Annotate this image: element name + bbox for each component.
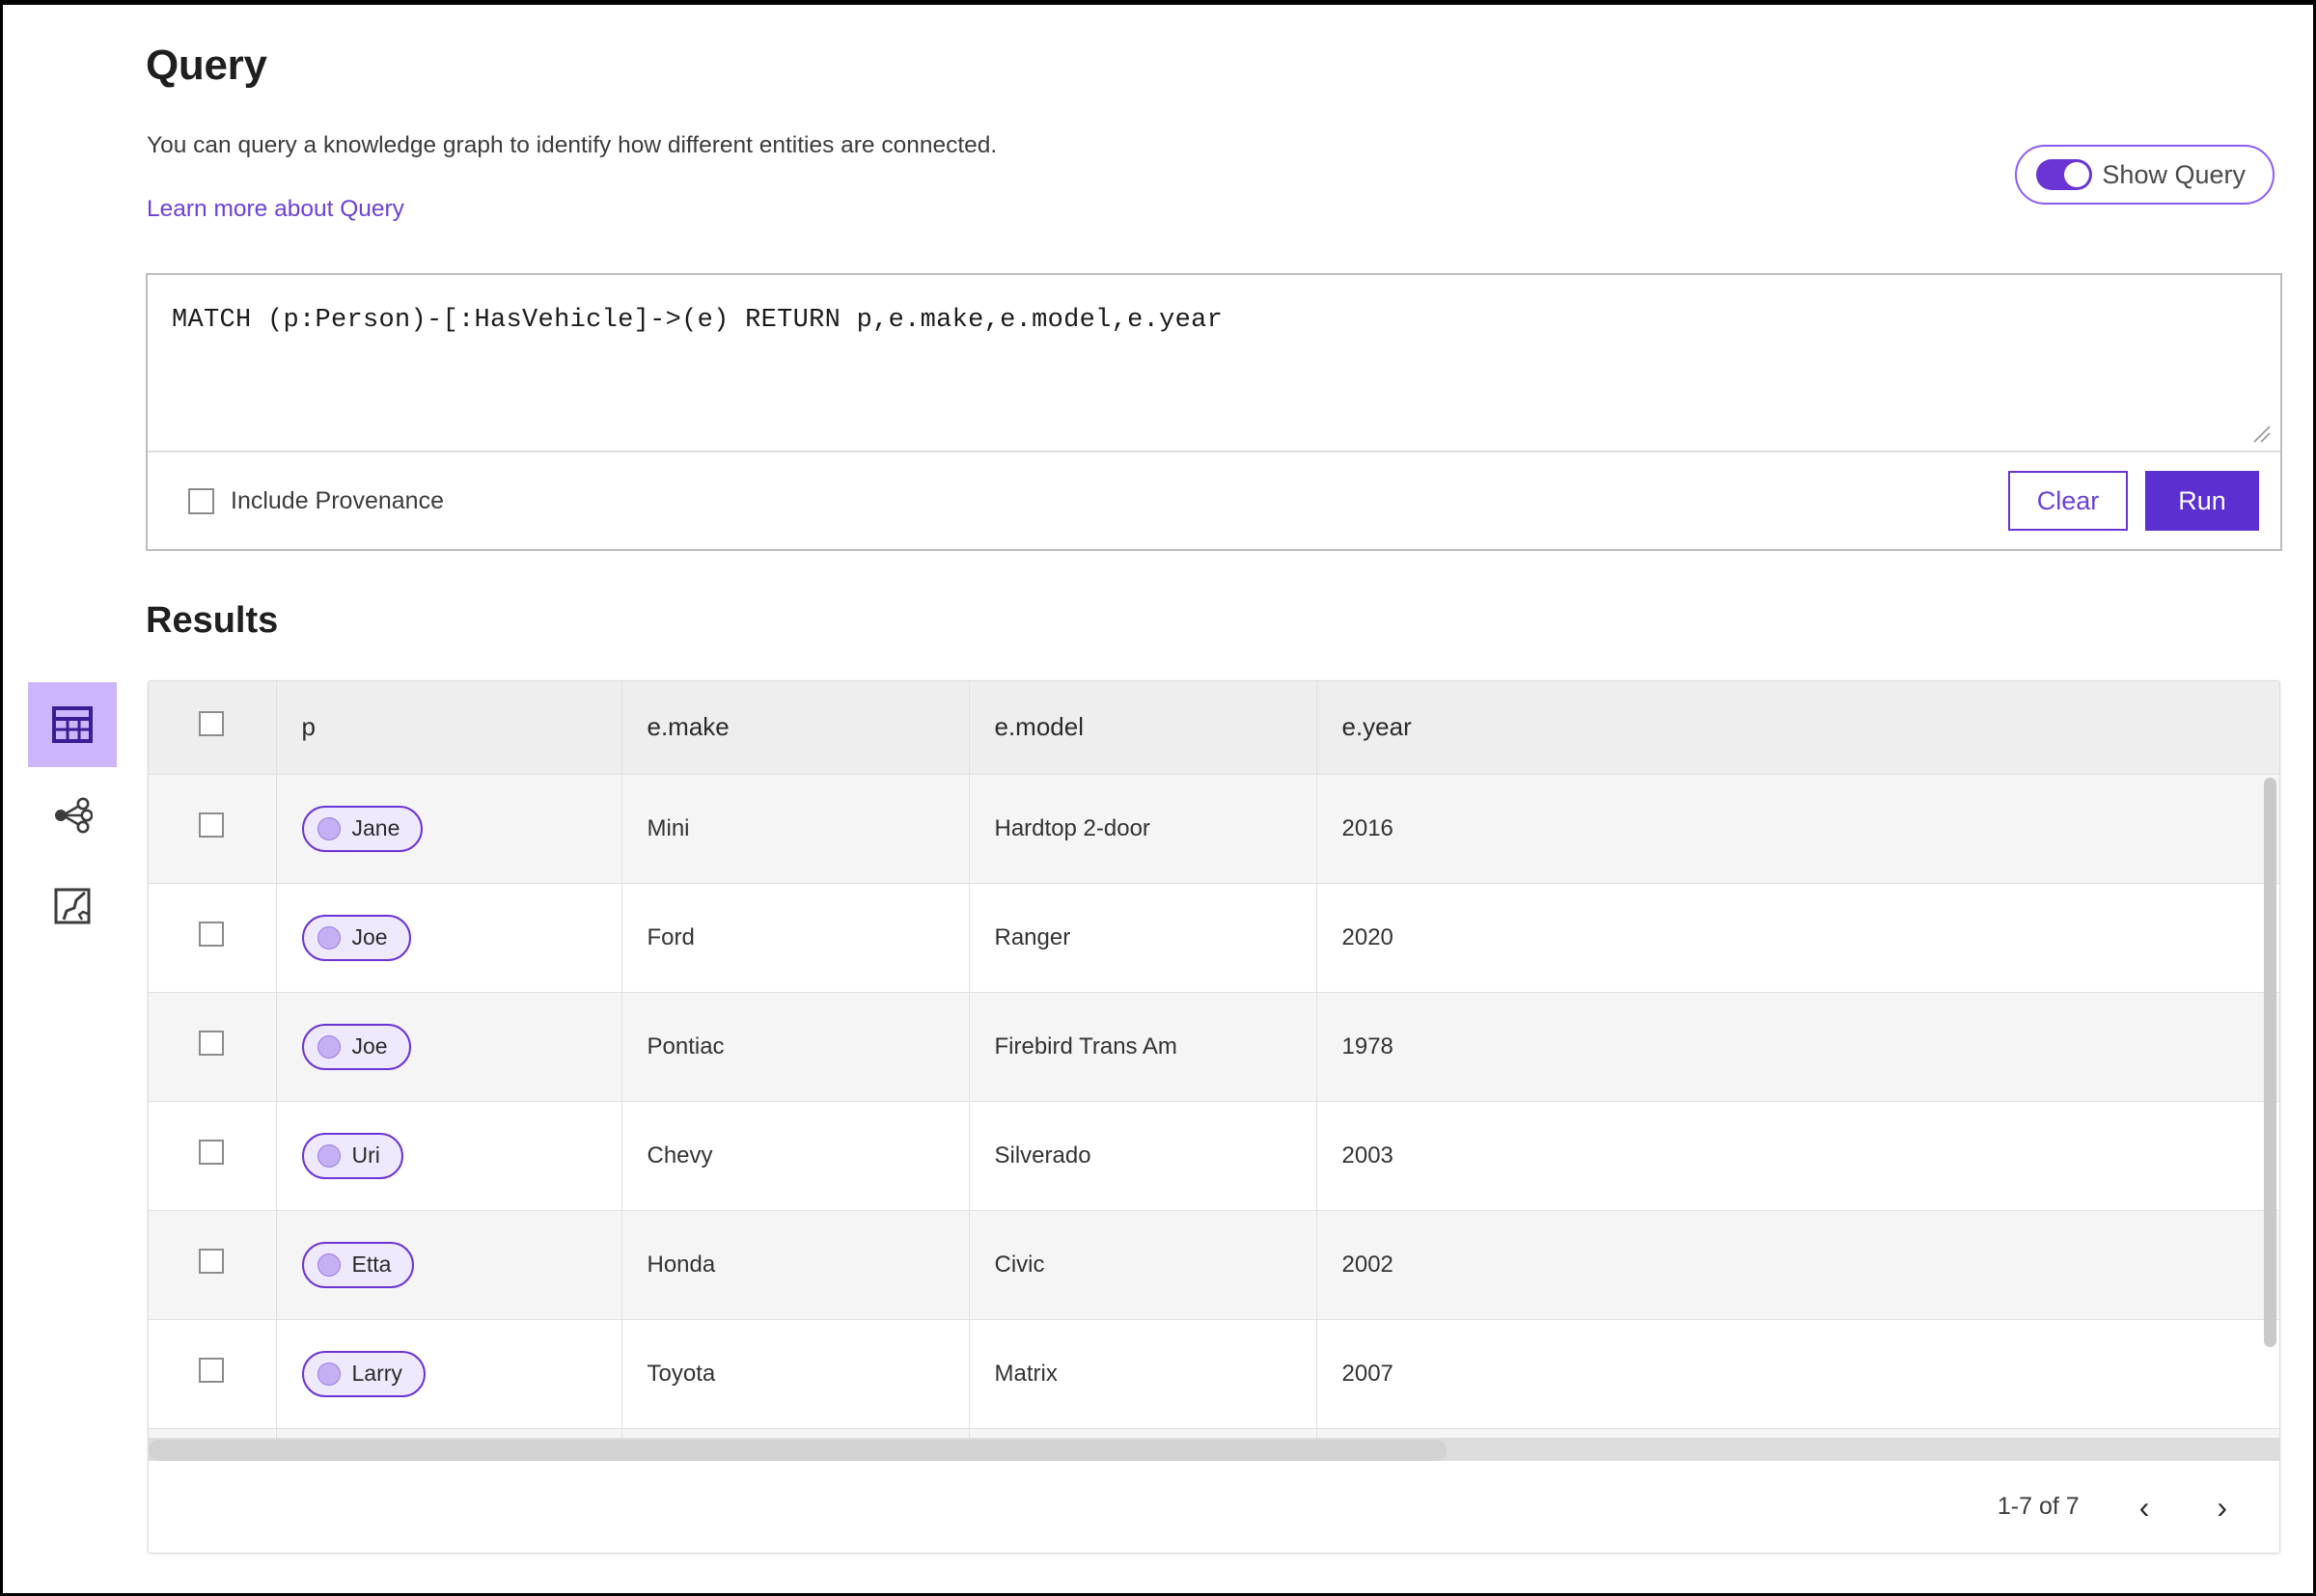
cell-year: 2016	[1316, 774, 2279, 884]
table-row[interactable]: Joe Ford Ranger 2020	[149, 883, 2279, 993]
pagination-bar: 1-7 of 7 ‹ ›	[149, 1461, 2279, 1553]
cell-make: Ford	[621, 883, 970, 993]
results-title: Results	[146, 600, 279, 641]
cell-make: Toyota	[621, 1319, 970, 1429]
pagination-next-button[interactable]: ›	[2209, 1488, 2235, 1527]
cell-make: Honda	[621, 1210, 970, 1320]
person-chip[interactable]: Jane	[301, 805, 424, 852]
include-provenance-checkbox[interactable]	[188, 487, 214, 514]
person-chip-label: Jane	[351, 815, 400, 840]
learn-more-link[interactable]: Learn more about Query	[147, 196, 404, 223]
cell-year: 1978	[1316, 992, 2279, 1102]
row-checkbox[interactable]	[199, 1140, 225, 1165]
cell-model: Matrix	[969, 1319, 1317, 1429]
show-query-label: Show Query	[2102, 159, 2246, 189]
row-checkbox[interactable]	[199, 812, 225, 838]
toggle-switch[interactable]	[2036, 159, 2093, 190]
cell-year: 2002	[1316, 1210, 2279, 1320]
cell-year: 2020	[1316, 883, 2279, 993]
page-title: Query	[146, 41, 267, 89]
cell-make: Mini	[621, 774, 970, 884]
sidebar-item-graph-view[interactable]	[28, 773, 117, 858]
table-row[interactable]: Joe Pontiac Firebird Trans Am 1978	[149, 992, 2279, 1102]
horizontal-scrollbar-track[interactable]	[149, 1438, 2279, 1463]
query-actions: Clear Run	[2008, 471, 2259, 531]
results-card: p e.make e.model e.year Jane Mini Hardto…	[148, 680, 2280, 1554]
cell-make: Chevy	[621, 1101, 970, 1211]
cell-year: 2007	[1316, 1319, 2279, 1429]
cell-year: 2003	[1316, 1101, 2279, 1211]
person-chip-label: Etta	[351, 1252, 392, 1277]
query-text-value: MATCH (p:Person)-[:HasVehicle]->(e) RETU…	[172, 306, 1224, 335]
person-node-icon	[317, 925, 341, 949]
show-query-toggle[interactable]: Show Query	[2015, 145, 2275, 205]
cell-model: Civic	[969, 1210, 1317, 1320]
vertical-scrollbar[interactable]	[2264, 778, 2276, 1347]
person-chip-label: Uri	[351, 1142, 380, 1168]
table-header-row: p e.make e.model e.year	[149, 681, 2279, 775]
row-checkbox[interactable]	[199, 1249, 225, 1274]
sidebar-item-table-view[interactable]	[28, 682, 117, 767]
row-checkbox[interactable]	[199, 922, 225, 947]
run-button[interactable]: Run	[2145, 471, 2259, 531]
column-header-model[interactable]: e.model	[969, 681, 1317, 775]
person-node-icon	[317, 1252, 341, 1277]
person-chip[interactable]: Joe	[301, 914, 411, 961]
cell-model: Ranger	[969, 883, 1317, 993]
textarea-resize-handle[interactable]	[2247, 420, 2273, 445]
horizontal-scrollbar-thumb[interactable]	[149, 1440, 1447, 1461]
results-table: p e.make e.model e.year Jane Mini Hardto…	[149, 681, 2279, 1463]
query-panel: MATCH (p:Person)-[:HasVehicle]->(e) RETU…	[146, 273, 2282, 551]
column-header-year[interactable]: e.year	[1316, 681, 2279, 775]
view-mode-rail	[28, 682, 117, 954]
cell-make: Pontiac	[621, 992, 970, 1102]
person-chip-label: Joe	[351, 924, 388, 949]
table-row[interactable]: Etta Honda Civic 2002	[149, 1210, 2279, 1320]
select-all-header	[149, 681, 277, 775]
graph-network-icon	[52, 796, 93, 835]
sidebar-item-map-view[interactable]	[28, 864, 117, 949]
query-textarea[interactable]: MATCH (p:Person)-[:HasVehicle]->(e) RETU…	[148, 275, 2280, 453]
person-chip-label: Larry	[351, 1361, 402, 1386]
toggle-knob	[2064, 162, 2090, 187]
table-row[interactable]: Larry Toyota Matrix 2007	[149, 1319, 2279, 1429]
column-header-make[interactable]: e.make	[621, 681, 970, 775]
column-header-p[interactable]: p	[276, 681, 622, 775]
query-page: Query You can query a knowledge graph to…	[0, 0, 2316, 1596]
include-provenance-row[interactable]: Include Provenance	[188, 487, 444, 515]
pagination-prev-button[interactable]: ‹	[2132, 1488, 2158, 1527]
table-row[interactable]: Jane Mini Hardtop 2-door 2016	[149, 774, 2279, 884]
table-icon	[52, 706, 93, 743]
results-grid-scroll: p e.make e.model e.year Jane Mini Hardto…	[149, 681, 2279, 1463]
table-row[interactable]: Uri Chevy Silverado 2003	[149, 1101, 2279, 1211]
page-subtitle: You can query a knowledge graph to ident…	[147, 132, 998, 158]
person-chip[interactable]: Larry	[301, 1350, 426, 1397]
person-chip[interactable]: Uri	[301, 1132, 403, 1179]
select-all-checkbox[interactable]	[199, 711, 225, 737]
cell-model: Hardtop 2-door	[969, 774, 1317, 884]
row-checkbox[interactable]	[199, 1031, 225, 1056]
person-chip-label: Joe	[351, 1033, 388, 1059]
map-icon	[53, 887, 92, 925]
person-node-icon	[317, 1034, 341, 1059]
person-node-icon	[317, 1362, 341, 1386]
person-node-icon	[317, 1143, 341, 1168]
person-node-icon	[317, 816, 341, 840]
row-checkbox[interactable]	[199, 1358, 225, 1383]
pagination-range: 1-7 of 7	[1997, 1493, 2080, 1520]
cell-model: Silverado	[969, 1101, 1317, 1211]
clear-button[interactable]: Clear	[2008, 471, 2128, 531]
person-chip[interactable]: Joe	[301, 1023, 411, 1070]
cell-model: Firebird Trans Am	[969, 992, 1317, 1102]
query-footer: Include Provenance Clear Run	[148, 453, 2280, 549]
include-provenance-label: Include Provenance	[231, 486, 444, 514]
person-chip[interactable]: Etta	[301, 1241, 415, 1288]
